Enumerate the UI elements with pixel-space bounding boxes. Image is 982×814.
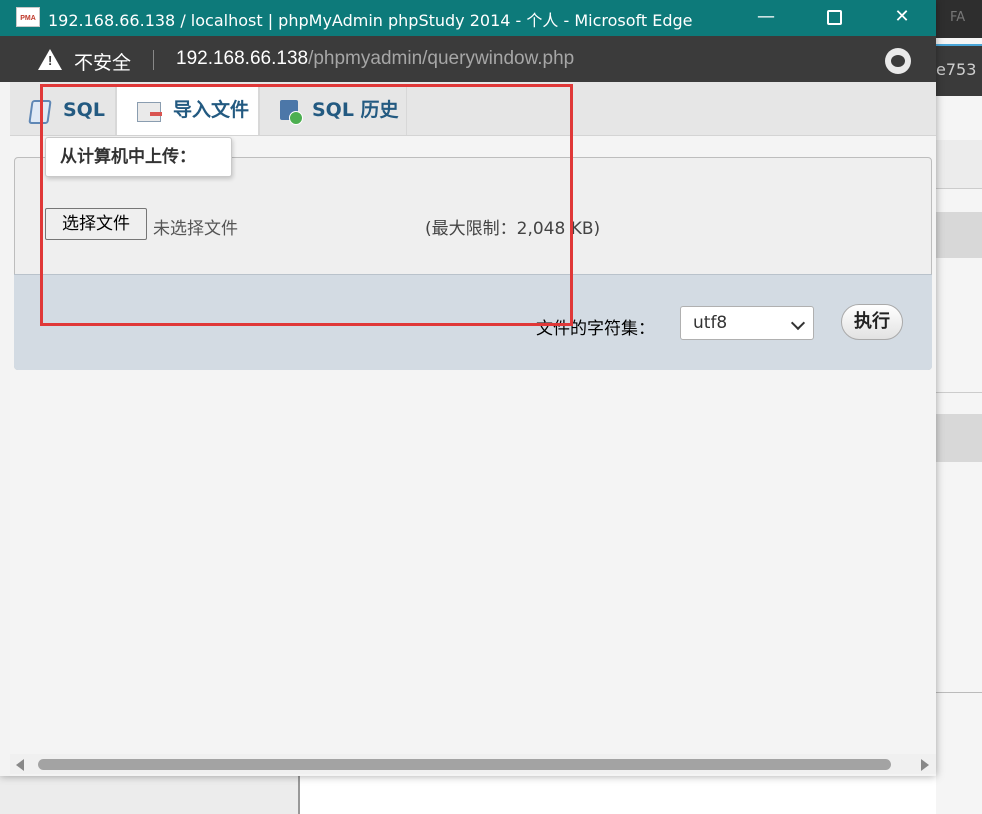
- minimize-button[interactable]: —: [732, 0, 800, 36]
- tab-label: SQL 历史: [312, 99, 399, 121]
- background-content: [300, 776, 936, 814]
- address-bar[interactable]: ! 不安全 192.168.66.138/phpmyadmin/querywin…: [0, 36, 936, 82]
- background-divider: [936, 692, 982, 693]
- tab-bar: SQL 导入文件 SQL 历史: [10, 82, 936, 136]
- phpmyadmin-icon: PMA: [16, 7, 40, 27]
- import-icon: [137, 102, 162, 122]
- warning-icon-mark: !: [48, 53, 53, 68]
- tab-sql-history[interactable]: SQL 历史: [259, 85, 407, 135]
- tab-label: 导入文件: [173, 99, 250, 121]
- url-path: /phpmyadmin/querywindow.php: [308, 48, 575, 69]
- background-window: FA e753: [936, 0, 982, 814]
- close-button[interactable]: ✕: [868, 0, 936, 36]
- background-panel-header: [936, 414, 982, 462]
- background-toolbar: [936, 140, 982, 189]
- background-divider: [936, 392, 982, 393]
- background-panel-header: [936, 212, 982, 258]
- scroll-right-icon[interactable]: [921, 759, 929, 771]
- charset-select[interactable]: utf8: [680, 306, 814, 340]
- scroll-left-icon[interactable]: [16, 759, 24, 771]
- charset-selected-value: utf8: [693, 313, 728, 333]
- background-tab-label: e753: [936, 60, 977, 79]
- horizontal-scrollbar[interactable]: [10, 754, 936, 774]
- form-footer: 文件的字符集： utf8 执行: [14, 274, 932, 370]
- sql-icon: [28, 100, 52, 124]
- tab-import-file[interactable]: 导入文件: [116, 85, 259, 135]
- security-label[interactable]: 不安全: [74, 48, 131, 75]
- maximize-icon: [826, 9, 842, 25]
- title-bar[interactable]: PMA 192.168.66.138 / localhost | phpMyAd…: [0, 0, 936, 36]
- history-icon: [280, 100, 303, 125]
- upload-legend: 从计算机中上传：: [45, 137, 232, 177]
- url-text[interactable]: 192.168.66.138/phpmyadmin/querywindow.ph…: [176, 48, 574, 70]
- execute-button[interactable]: 执行: [841, 304, 903, 340]
- popup-window: PMA 192.168.66.138 / localhost | phpMyAd…: [0, 0, 936, 776]
- address-divider: [153, 50, 154, 70]
- choose-file-button[interactable]: 选择文件: [45, 208, 147, 240]
- background-bottom: [0, 776, 936, 814]
- page-content: SQL 导入文件 SQL 历史 文件的字符集： utf8 执行 从计算机中上传：…: [10, 82, 936, 776]
- tab-label: SQL: [63, 99, 105, 121]
- file-status: 未选择文件: [153, 219, 238, 239]
- chevron-down-icon: [790, 315, 806, 331]
- window-title: 192.168.66.138 / localhost | phpMyAdmin …: [48, 11, 693, 30]
- url-host: 192.168.66.138: [176, 48, 309, 69]
- upload-limit: (最大限制：2,048 KB): [425, 219, 601, 239]
- edge-icon[interactable]: [885, 48, 911, 74]
- scrollbar-thumb[interactable]: [38, 759, 891, 770]
- charset-label: 文件的字符集：: [536, 319, 655, 339]
- maximize-button[interactable]: [800, 0, 868, 36]
- tab-sql[interactable]: SQL: [10, 85, 116, 135]
- background-text: FA: [950, 10, 966, 25]
